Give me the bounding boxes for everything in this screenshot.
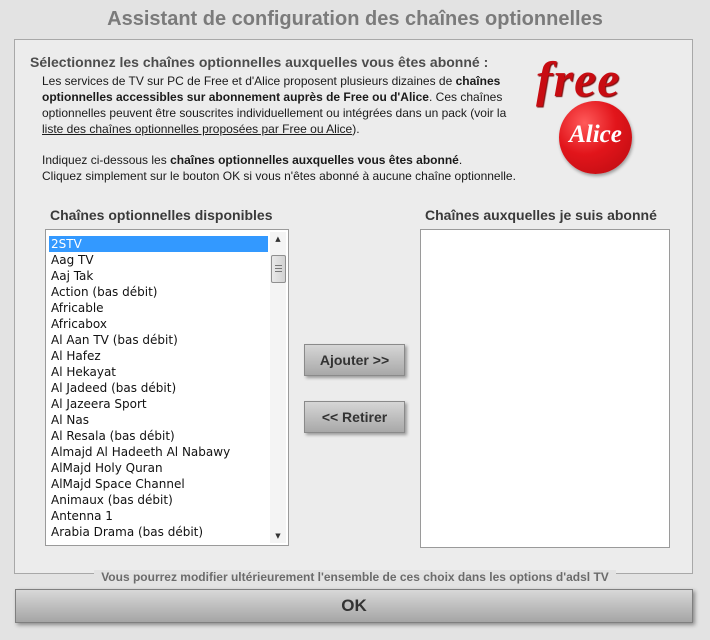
available-channels-list[interactable]: 2STV Aag TV Aaj Tak Action (bas débit) Afric… (45, 229, 289, 546)
list-item[interactable]: AlMajd Holy Quran (49, 460, 268, 476)
list-item[interactable]: Aag TV (49, 252, 268, 268)
list-item[interactable]: Antenna 1 (49, 508, 268, 524)
list-item[interactable]: Africable (49, 300, 268, 316)
list-item[interactable]: Al Hekayat (49, 364, 268, 380)
list-item[interactable]: Al Jazeera Sport (49, 396, 268, 412)
intro-paragraph: Les services de TV sur PC de Free et d'A… (42, 73, 522, 137)
list-item[interactable]: Almajd Al Hadeeth Al Nabawy (49, 444, 268, 460)
remove-button[interactable]: << Retirer (304, 401, 405, 433)
intro-text-d: ). (352, 122, 360, 136)
list-item[interactable]: Al Hafez (49, 348, 268, 364)
list-item[interactable]: Arabia Drama (bas débit) (49, 524, 268, 540)
optional-channels-link[interactable]: liste des chaînes optionnelles proposées… (42, 122, 352, 136)
window-title: Assistant de configuration des chaînes o… (107, 8, 603, 30)
ok-hint-text: Cliquez simplement sur le bouton OK si v… (42, 169, 516, 183)
list-item[interactable]: 2STV (49, 236, 268, 252)
section-heading: Sélectionnez les chaînes optionnelles au… (30, 54, 489, 70)
instruction-text-a: Indiquez ci-dessous les (42, 153, 171, 167)
list-item[interactable]: Al Aan TV (bas débit) (49, 332, 268, 348)
list-scrollbar[interactable]: ▲ ▼ (270, 232, 286, 543)
free-logo: free (536, 51, 621, 107)
list-item[interactable]: Al Nas (49, 412, 268, 428)
footer-note: Vous pourrez modifier ultérieurement l'e… (0, 566, 710, 585)
list-item[interactable]: Al Resala (bas débit) (49, 428, 268, 444)
list-item[interactable]: Al Jadeed (bas débit) (49, 380, 268, 396)
intro-text-a: Les services de TV sur PC de Free et d'A… (42, 74, 456, 88)
scroll-down-arrow-icon[interactable]: ▼ (270, 529, 286, 543)
instruction-text-bold: chaînes optionnelles auxquelles vous ête… (170, 153, 459, 167)
available-channels-label: Chaînes optionnelles disponibles (50, 207, 273, 223)
subscribed-channels-label: Chaînes auxquelles je suis abonné (425, 207, 657, 223)
available-channels-items: 2STV Aag TV Aaj Tak Action (bas débit) Afric… (49, 236, 268, 540)
instruction-text-c: . (458, 153, 463, 167)
list-item[interactable]: AlMajd Space Channel (49, 476, 268, 492)
list-item[interactable]: Animaux (bas débit) (49, 492, 268, 508)
ok-button[interactable]: OK (15, 589, 693, 623)
scroll-thumb[interactable] (271, 255, 286, 283)
instruction-paragraph: Indiquez ci-dessous les chaînes optionne… (42, 152, 522, 184)
list-item[interactable]: Action (bas débit) (49, 284, 268, 300)
subscribed-channels-list[interactable] (420, 229, 670, 548)
list-item[interactable]: Aaj Tak (49, 268, 268, 284)
alice-logo: Alice (559, 101, 632, 174)
add-button[interactable]: Ajouter >> (304, 344, 405, 376)
scroll-up-arrow-icon[interactable]: ▲ (270, 232, 286, 246)
footer-note-text: Vous pourrez modifier ultérieurement l'e… (94, 570, 616, 584)
list-item[interactable]: Africabox (49, 316, 268, 332)
alice-logo-text: Alice (569, 121, 622, 148)
